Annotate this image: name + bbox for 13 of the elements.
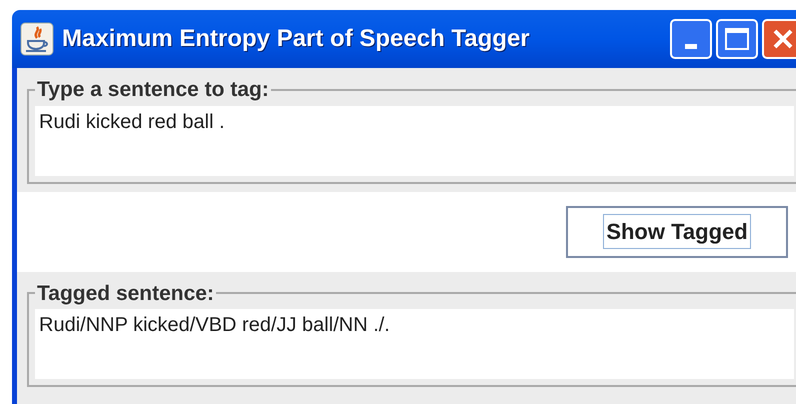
group-label: Type a sentence to tag: bbox=[36, 77, 270, 103]
maximize-icon bbox=[725, 28, 749, 50]
minimize-button[interactable] bbox=[670, 19, 712, 59]
maximize-button[interactable] bbox=[716, 19, 758, 59]
minimize-icon bbox=[685, 44, 697, 49]
close-button[interactable] bbox=[762, 19, 796, 59]
window-title: Maximum Entropy Part of Speech Tagger bbox=[62, 24, 530, 54]
group-label: Tagged sentence: bbox=[36, 280, 215, 306]
text-area[interactable]: Rudi/NNP kicked/VBD red/JJ ball/NN ./. bbox=[35, 309, 794, 379]
text-area[interactable]: Rudi kicked red ball . bbox=[35, 106, 794, 176]
show-tagged-button[interactable]: Show Tagged bbox=[566, 206, 788, 258]
cup-icon bbox=[20, 22, 54, 56]
close-icon bbox=[772, 28, 794, 50]
